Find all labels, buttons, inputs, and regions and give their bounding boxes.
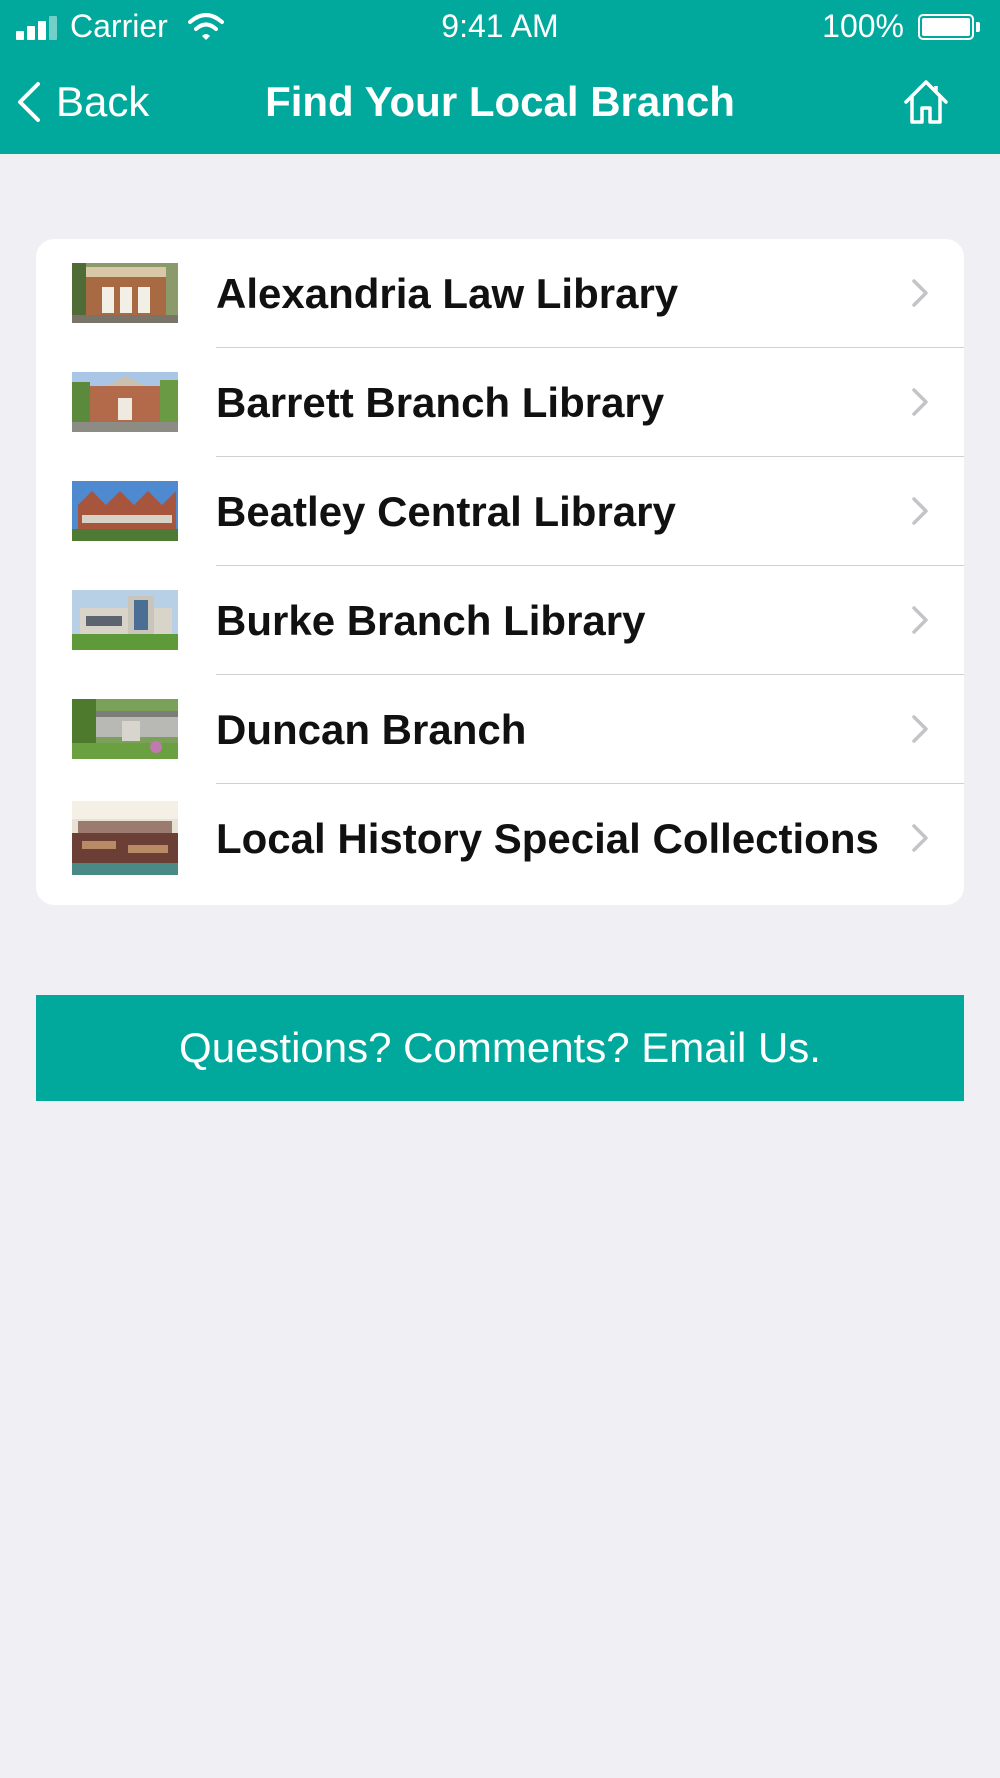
chevron-right-icon <box>912 388 928 416</box>
branch-row-beatley-central-library[interactable]: Beatley Central Library <box>36 457 964 566</box>
chevron-right-icon <box>912 824 928 852</box>
battery-percent: 100% <box>822 8 904 44</box>
status-bar: Carrier 9:41 AM 100% <box>0 0 1000 56</box>
branch-row-burke-branch-library[interactable]: Burke Branch Library <box>36 566 964 675</box>
branch-name: Barrett Branch Library <box>216 379 665 426</box>
branch-thumbnail <box>72 699 178 759</box>
branch-thumbnail <box>72 481 178 541</box>
branch-name: Burke Branch Library <box>216 597 646 644</box>
branch-list: Alexandria Law Library Barrett Branch Li… <box>36 239 964 905</box>
page-title: Find Your Local Branch <box>265 78 735 125</box>
branch-thumbnail <box>72 263 178 323</box>
branch-thumbnail <box>72 801 178 875</box>
branch-row-alexandria-law-library[interactable]: Alexandria Law Library <box>36 239 964 348</box>
battery-nub <box>976 22 980 32</box>
nav-bar: Carrier 9:41 AM 100% Back Find Your Loca… <box>0 0 1000 154</box>
home-button[interactable] <box>900 76 952 128</box>
chevron-right-icon <box>912 715 928 743</box>
branch-thumbnail <box>72 590 178 650</box>
branch-row-barrett-branch-library[interactable]: Barrett Branch Library <box>36 348 964 457</box>
chevron-right-icon <box>912 497 928 525</box>
branch-name: Beatley Central Library <box>216 488 676 535</box>
branch-name: Alexandria Law Library <box>216 270 679 317</box>
chevron-right-icon <box>912 279 928 307</box>
battery-icon <box>918 14 974 40</box>
branch-row-local-history-special-collections[interactable]: Local History Special Collections <box>36 784 964 893</box>
branch-row-duncan-branch[interactable]: Duncan Branch <box>36 675 964 784</box>
email-us-button[interactable]: Questions? Comments? Email Us. <box>36 995 964 1101</box>
chevron-right-icon <box>912 606 928 634</box>
branch-name: Duncan Branch <box>216 706 527 753</box>
branch-name: Local History Special Collections <box>216 815 879 862</box>
home-icon <box>904 80 948 124</box>
branch-thumbnail <box>72 372 178 432</box>
